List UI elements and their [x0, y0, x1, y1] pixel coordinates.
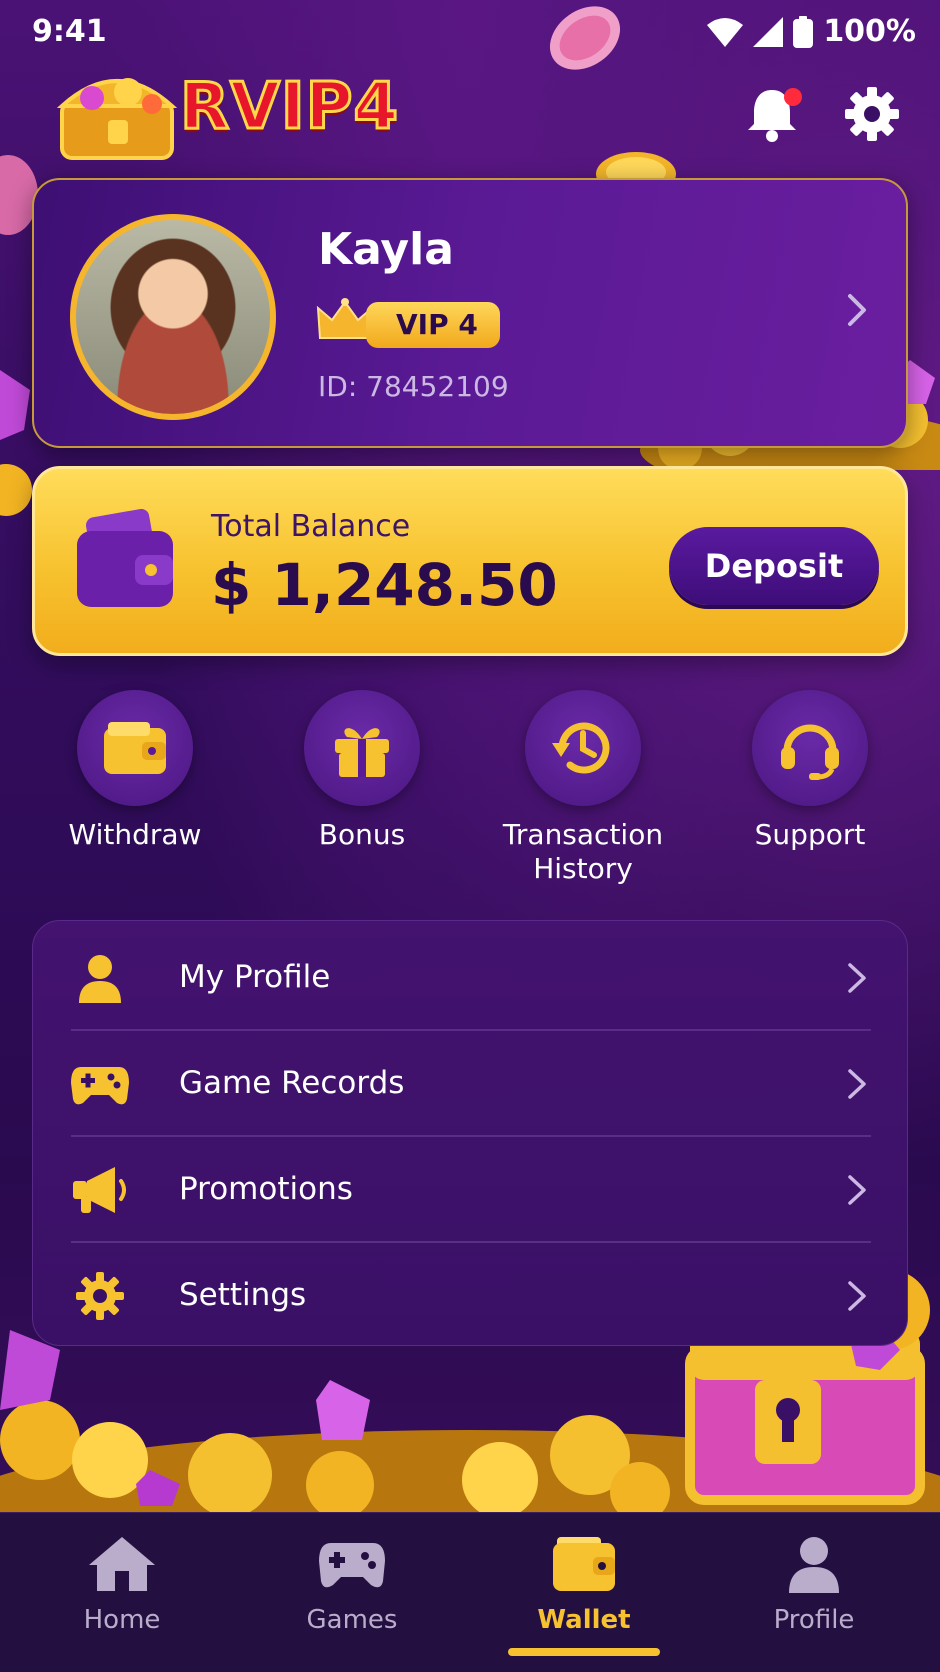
- nav-home[interactable]: Home: [32, 1535, 212, 1635]
- balance-label: Total Balance: [211, 509, 411, 544]
- app-logo[interactable]: RVIP4: [52, 62, 422, 166]
- bonus-action[interactable]: Bonus: [262, 690, 462, 852]
- active-tab-indicator: [508, 1648, 660, 1656]
- menu-list: My Profile Game Records Promotions Setti…: [32, 920, 908, 1346]
- menu-label: Game Records: [179, 1065, 405, 1101]
- status-time: 9:41: [32, 14, 107, 49]
- deposit-button[interactable]: Deposit: [669, 527, 879, 605]
- nav-games-label: Games: [306, 1605, 398, 1635]
- user-id: ID: 78452109: [318, 370, 509, 403]
- nav-wallet[interactable]: Wallet: [494, 1535, 674, 1635]
- gamepad-icon: [71, 1067, 129, 1105]
- profile-card[interactable]: Kayla VIP 4 ID: 78452109: [32, 178, 908, 448]
- gift-icon: [335, 728, 389, 777]
- menu-label: Settings: [179, 1277, 307, 1313]
- balance-card: Total Balance $ 1,248.50 Deposit: [32, 466, 908, 656]
- transaction-history-label: Transaction History: [502, 818, 664, 885]
- nav-profile-label: Profile: [773, 1605, 855, 1635]
- menu-item-promotions[interactable]: Promotions: [33, 1137, 909, 1243]
- battery-percent: 100%: [823, 14, 916, 49]
- megaphone-icon: [73, 1167, 126, 1213]
- history-icon: [552, 722, 610, 774]
- signal-icon: [753, 16, 784, 47]
- quick-actions: Withdraw Bonus Transaction History Suppo…: [0, 690, 940, 890]
- home-icon: [89, 1537, 155, 1591]
- chevron-right-icon: [848, 1175, 866, 1205]
- chevron-right-icon: [848, 963, 866, 993]
- wallet-icon: [77, 509, 173, 607]
- chevron-right-icon: [848, 1281, 866, 1311]
- chevron-right-icon: [848, 294, 866, 326]
- withdraw-label: Withdraw: [68, 818, 202, 851]
- avatar: [70, 214, 276, 420]
- menu-item-settings[interactable]: Settings: [33, 1243, 909, 1349]
- nav-wallet-label: Wallet: [537, 1605, 631, 1635]
- menu-label: My Profile: [179, 959, 331, 995]
- notification-dot: [784, 88, 802, 106]
- treasure-chest-icon: [56, 78, 178, 160]
- settings-gear-icon[interactable]: [842, 84, 902, 144]
- chevron-right-icon: [848, 1069, 866, 1099]
- bottom-nav: Home Games Wallet Profile: [0, 1512, 940, 1672]
- wallet-icon: [553, 1537, 615, 1591]
- status-bar: 9:41 100%: [0, 0, 940, 62]
- bonus-label: Bonus: [318, 818, 406, 851]
- headset-icon: [781, 724, 839, 780]
- user-icon: [79, 955, 121, 1003]
- vip-badge: VIP 4: [366, 302, 500, 348]
- gamepad-icon: [319, 1543, 385, 1588]
- nav-profile[interactable]: Profile: [724, 1535, 904, 1635]
- wallet-icon: [104, 722, 166, 774]
- wifi-icon: [707, 17, 744, 47]
- gear-icon: [76, 1272, 124, 1320]
- nav-games[interactable]: Games: [262, 1535, 442, 1635]
- user-icon: [789, 1537, 839, 1593]
- nav-home-label: Home: [83, 1605, 161, 1635]
- support-label: Support: [754, 818, 866, 851]
- balance-amount: $ 1,248.50: [211, 551, 558, 619]
- app-header: RVIP4: [0, 62, 940, 172]
- user-name: Kayla: [318, 224, 454, 275]
- transaction-history-action[interactable]: Transaction History: [483, 690, 683, 886]
- logo-text: RVIP4: [178, 69, 400, 146]
- menu-item-game-records[interactable]: Game Records: [33, 1031, 909, 1137]
- battery-icon: [793, 15, 814, 48]
- menu-label: Promotions: [179, 1171, 353, 1207]
- withdraw-action[interactable]: Withdraw: [35, 690, 235, 852]
- menu-item-my-profile[interactable]: My Profile: [33, 925, 909, 1031]
- support-action[interactable]: Support: [710, 690, 910, 852]
